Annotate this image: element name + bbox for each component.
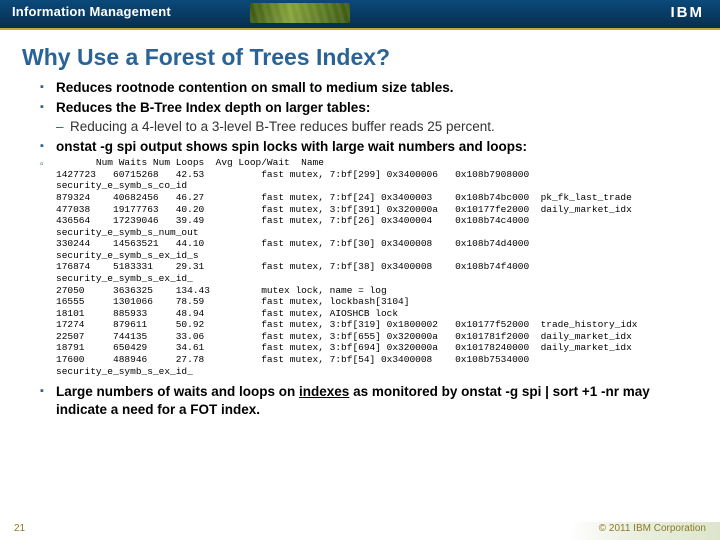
copyright: © 2011 IBM Corporation <box>599 523 706 534</box>
ibm-logo: IBM <box>671 4 705 21</box>
bullets-block-lower: Large numbers of waits and loops on inde… <box>40 383 696 418</box>
slide-title: Why Use a Forest of Trees Index? <box>22 44 720 71</box>
bullet-3: onstat -g spi output shows spin locks wi… <box>40 138 696 156</box>
bullet-4-underlined: indexes <box>299 384 349 399</box>
header-decoration <box>250 3 350 23</box>
bullet-1: Reduces rootnode contention on small to … <box>40 79 696 97</box>
bullets-block: Reduces rootnode contention on small to … <box>40 79 696 155</box>
bullet-2-text: Reduces the B-Tree Index depth on larger… <box>56 100 370 115</box>
bullet-3-text: onstat -g spi output shows spin locks wi… <box>56 139 527 154</box>
bullet-2: Reduces the B-Tree Index depth on larger… <box>40 99 696 117</box>
bullet-4: Large numbers of waits and loops on inde… <box>40 383 696 418</box>
bullet-4-pre: Large numbers of waits and loops on <box>56 384 299 399</box>
bullet-2-sub: Reducing a 4-level to a 3-level B-Tree r… <box>40 118 696 136</box>
onstat-output: Num Waits Num Loops Avg Loop/Wait Name 1… <box>40 157 696 377</box>
onstat-text: Num Waits Num Loops Avg Loop/Wait Name 1… <box>56 157 696 377</box>
header-bar: Information Management IBM <box>0 0 720 28</box>
page-number: 21 <box>14 523 25 534</box>
bullet-1-text: Reduces rootnode contention on small to … <box>56 80 454 95</box>
footer: 21 © 2011 IBM Corporation <box>0 518 720 540</box>
brand-label: Information Management <box>12 4 171 19</box>
header-rule <box>0 28 720 30</box>
